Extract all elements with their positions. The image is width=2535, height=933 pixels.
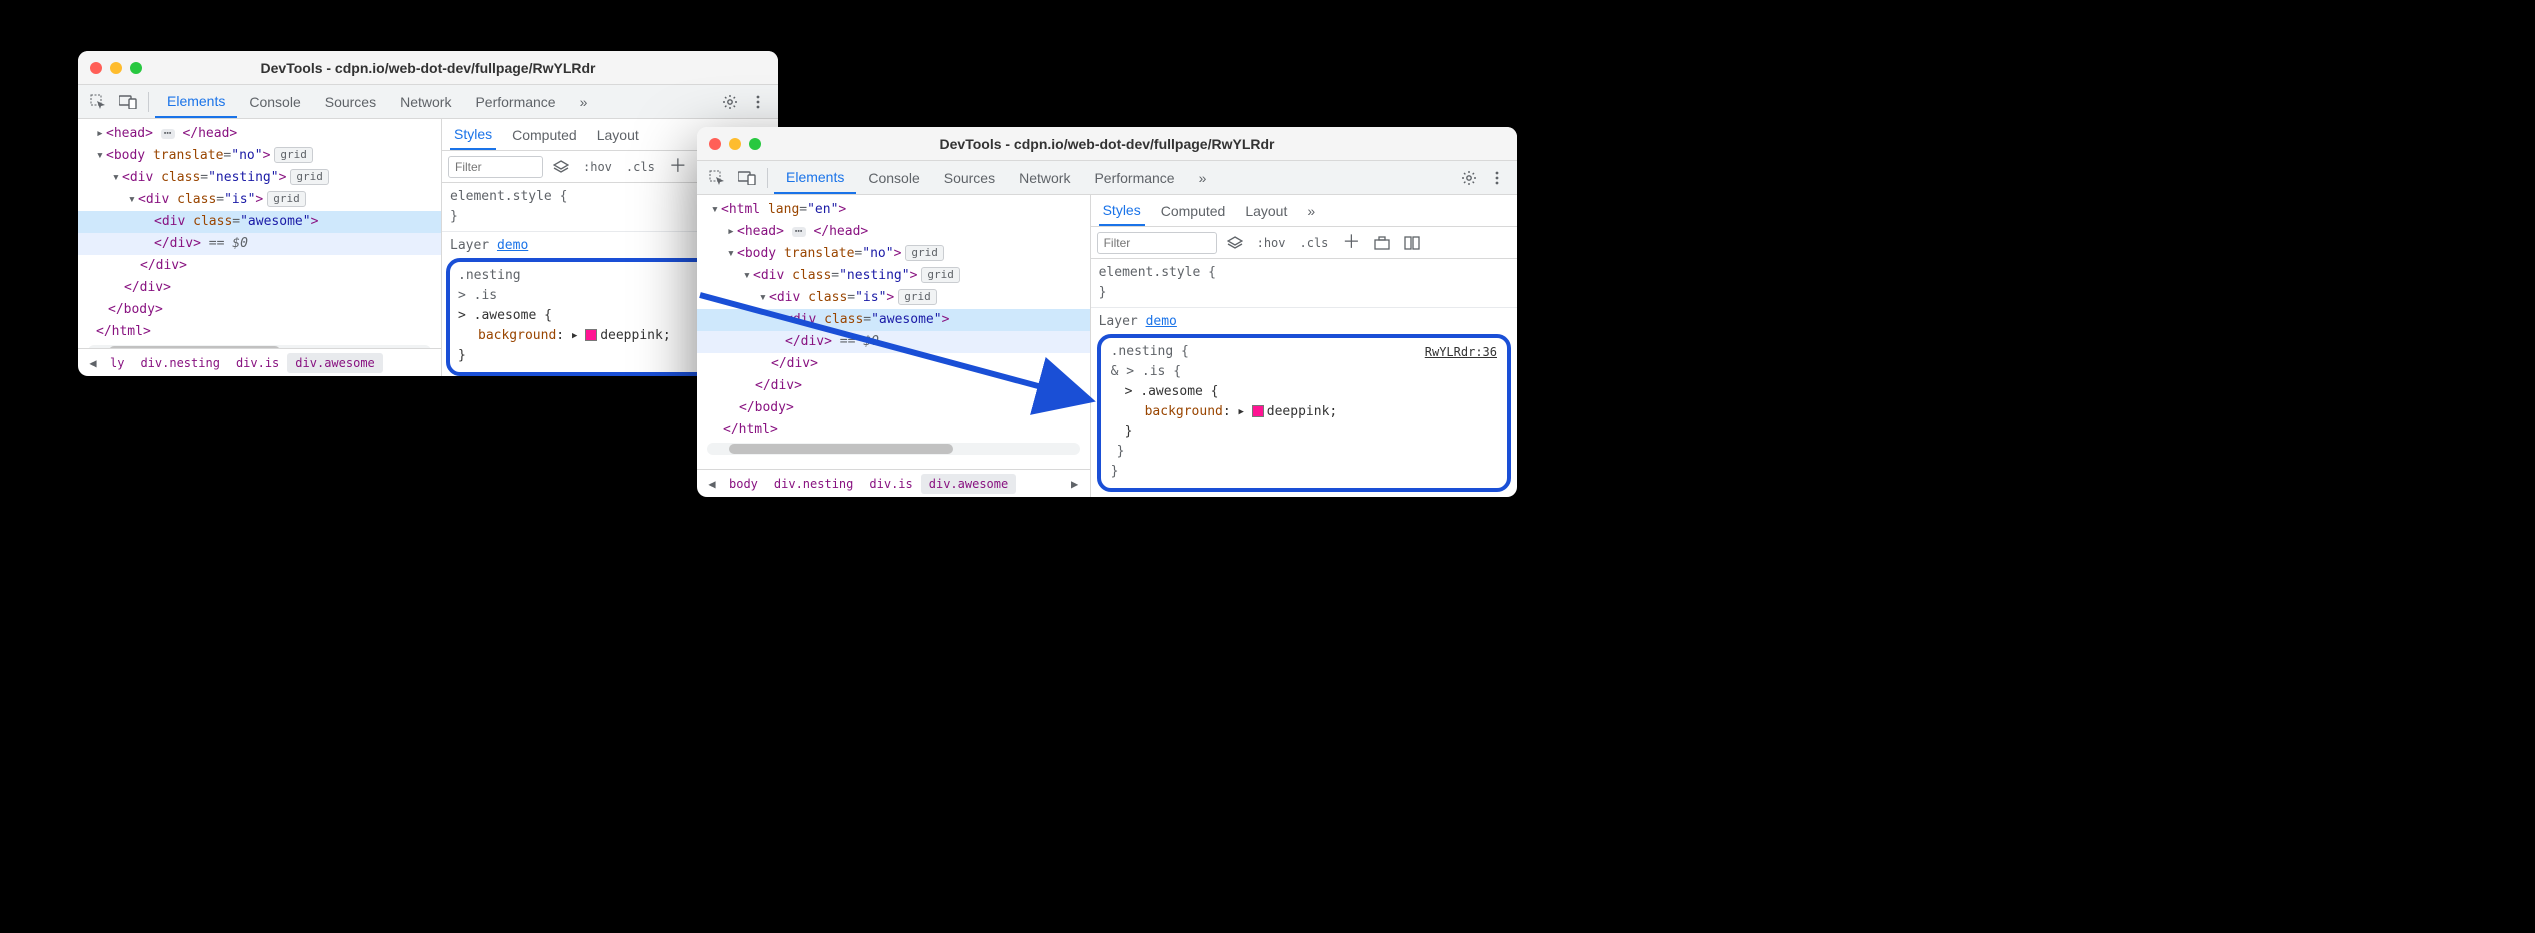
devtools-window-2: DevTools - cdpn.io/web-dot-dev/fullpage/… bbox=[697, 127, 1517, 497]
cls-button[interactable]: .cls bbox=[622, 158, 659, 176]
tab-sources[interactable]: Sources bbox=[932, 161, 1007, 194]
inspect-icon[interactable] bbox=[703, 164, 731, 192]
breadcrumb-item[interactable]: body bbox=[721, 474, 766, 494]
tab-layout[interactable]: Layout bbox=[1241, 195, 1291, 226]
tab-computed[interactable]: Computed bbox=[508, 119, 581, 150]
more-tabs-icon[interactable]: » bbox=[1187, 161, 1219, 194]
titlebar: DevTools - cdpn.io/web-dot-dev/fullpage/… bbox=[697, 127, 1517, 161]
traffic-lights bbox=[709, 138, 761, 150]
styles-filter-row: :hov .cls ＋ bbox=[1091, 227, 1517, 259]
dom-tree[interactable]: ▸<head> ⋯ </head> ▾<body translate="no">… bbox=[78, 119, 441, 348]
settings-icon[interactable] bbox=[716, 88, 744, 116]
scrollbar[interactable] bbox=[88, 345, 431, 348]
filter-input[interactable] bbox=[1097, 232, 1217, 254]
tab-performance[interactable]: Performance bbox=[463, 85, 567, 118]
breadcrumb-prev-icon[interactable]: ◀ bbox=[84, 356, 102, 370]
dom-tree[interactable]: ▾<html lang="en"> ▸<head> ⋯ </head> ▾<bo… bbox=[697, 195, 1090, 469]
main-toolbar: Elements Console Sources Network Perform… bbox=[78, 85, 778, 119]
new-style-icon[interactable]: ＋ bbox=[1338, 234, 1364, 252]
window-title: DevTools - cdpn.io/web-dot-dev/fullpage/… bbox=[261, 60, 596, 76]
titlebar: DevTools - cdpn.io/web-dot-dev/fullpage/… bbox=[78, 51, 778, 85]
color-swatch-icon[interactable] bbox=[1252, 405, 1264, 417]
layer-link[interactable]: demo bbox=[1146, 314, 1177, 329]
breadcrumb: ◀ body div.nesting div.is div.awesome ▶ bbox=[697, 469, 1090, 497]
breadcrumb-next-icon[interactable]: ▶ bbox=[1066, 477, 1084, 491]
breadcrumb-item[interactable]: div.nesting bbox=[766, 474, 861, 494]
filter-input[interactable] bbox=[448, 156, 543, 178]
main-tabs: Elements Console Sources Network Perform… bbox=[155, 85, 599, 118]
tab-styles[interactable]: Styles bbox=[450, 119, 496, 150]
elements-panel: ▾<html lang="en"> ▸<head> ⋯ </head> ▾<bo… bbox=[697, 195, 1091, 497]
tab-network[interactable]: Network bbox=[388, 85, 463, 118]
kebab-menu-icon[interactable] bbox=[744, 88, 772, 116]
minimize-icon[interactable] bbox=[110, 62, 122, 74]
tab-performance[interactable]: Performance bbox=[1082, 161, 1186, 194]
inspect-icon[interactable] bbox=[84, 88, 112, 116]
layers-icon[interactable] bbox=[549, 158, 573, 176]
styles-body[interactable]: element.style { } Layer demo RwYLRdr:36 … bbox=[1091, 259, 1517, 497]
close-icon[interactable] bbox=[709, 138, 721, 150]
source-link[interactable]: RwYLRdr:36 bbox=[1425, 342, 1497, 362]
hov-button[interactable]: :hov bbox=[1253, 234, 1290, 252]
breadcrumb-item[interactable]: div.nesting bbox=[132, 353, 227, 373]
more-tabs-icon[interactable]: » bbox=[1303, 195, 1319, 226]
devtools-window-1: DevTools - cdpn.io/web-dot-dev/fullpage/… bbox=[78, 51, 778, 376]
device-toggle-icon[interactable] bbox=[733, 164, 761, 192]
device-toggle-icon[interactable] bbox=[114, 88, 142, 116]
breadcrumb-item[interactable]: div.is bbox=[861, 474, 920, 494]
layers-icon[interactable] bbox=[1223, 234, 1247, 252]
maximize-icon[interactable] bbox=[749, 138, 761, 150]
elements-panel: ▸<head> ⋯ </head> ▾<body translate="no">… bbox=[78, 119, 442, 376]
layer-link[interactable]: demo bbox=[497, 238, 528, 253]
tab-network[interactable]: Network bbox=[1007, 161, 1082, 194]
breadcrumb-item[interactable]: ly bbox=[102, 353, 132, 373]
styles-highlight: RwYLRdr:36 .nesting { & > .is { > .aweso… bbox=[1097, 334, 1511, 492]
tab-styles[interactable]: Styles bbox=[1099, 195, 1145, 226]
main-toolbar: Elements Console Sources Network Perform… bbox=[697, 161, 1517, 195]
tab-elements[interactable]: Elements bbox=[774, 161, 856, 194]
color-swatch-icon[interactable] bbox=[585, 329, 597, 341]
tab-console[interactable]: Console bbox=[237, 85, 312, 118]
hov-button[interactable]: :hov bbox=[579, 158, 616, 176]
styles-panel: Styles Computed Layout » :hov .cls ＋ ele… bbox=[1091, 195, 1517, 497]
breadcrumb: ◀ ly div.nesting div.is div.awesome bbox=[78, 348, 441, 376]
maximize-icon[interactable] bbox=[130, 62, 142, 74]
cls-button[interactable]: .cls bbox=[1296, 234, 1333, 252]
styles-tabs: Styles Computed Layout » bbox=[1091, 195, 1517, 227]
settings-icon[interactable] bbox=[1455, 164, 1483, 192]
traffic-lights bbox=[90, 62, 142, 74]
flex-editor-icon[interactable] bbox=[1370, 234, 1394, 252]
breadcrumb-item[interactable]: div.awesome bbox=[287, 353, 382, 373]
tab-elements[interactable]: Elements bbox=[155, 85, 237, 118]
breadcrumb-item[interactable]: div.is bbox=[228, 353, 287, 373]
new-style-icon[interactable]: ＋ bbox=[665, 158, 691, 176]
tab-layout[interactable]: Layout bbox=[593, 119, 643, 150]
minimize-icon[interactable] bbox=[729, 138, 741, 150]
tab-computed[interactable]: Computed bbox=[1157, 195, 1230, 226]
tab-console[interactable]: Console bbox=[856, 161, 931, 194]
tab-sources[interactable]: Sources bbox=[313, 85, 388, 118]
grid-editor-icon[interactable] bbox=[1400, 234, 1424, 252]
window-title: DevTools - cdpn.io/web-dot-dev/fullpage/… bbox=[940, 136, 1275, 152]
main-tabs: Elements Console Sources Network Perform… bbox=[774, 161, 1218, 194]
kebab-menu-icon[interactable] bbox=[1483, 164, 1511, 192]
breadcrumb-item[interactable]: div.awesome bbox=[921, 474, 1016, 494]
breadcrumb-prev-icon[interactable]: ◀ bbox=[703, 477, 721, 491]
scrollbar[interactable] bbox=[707, 443, 1080, 455]
more-tabs-icon[interactable]: » bbox=[568, 85, 600, 118]
close-icon[interactable] bbox=[90, 62, 102, 74]
